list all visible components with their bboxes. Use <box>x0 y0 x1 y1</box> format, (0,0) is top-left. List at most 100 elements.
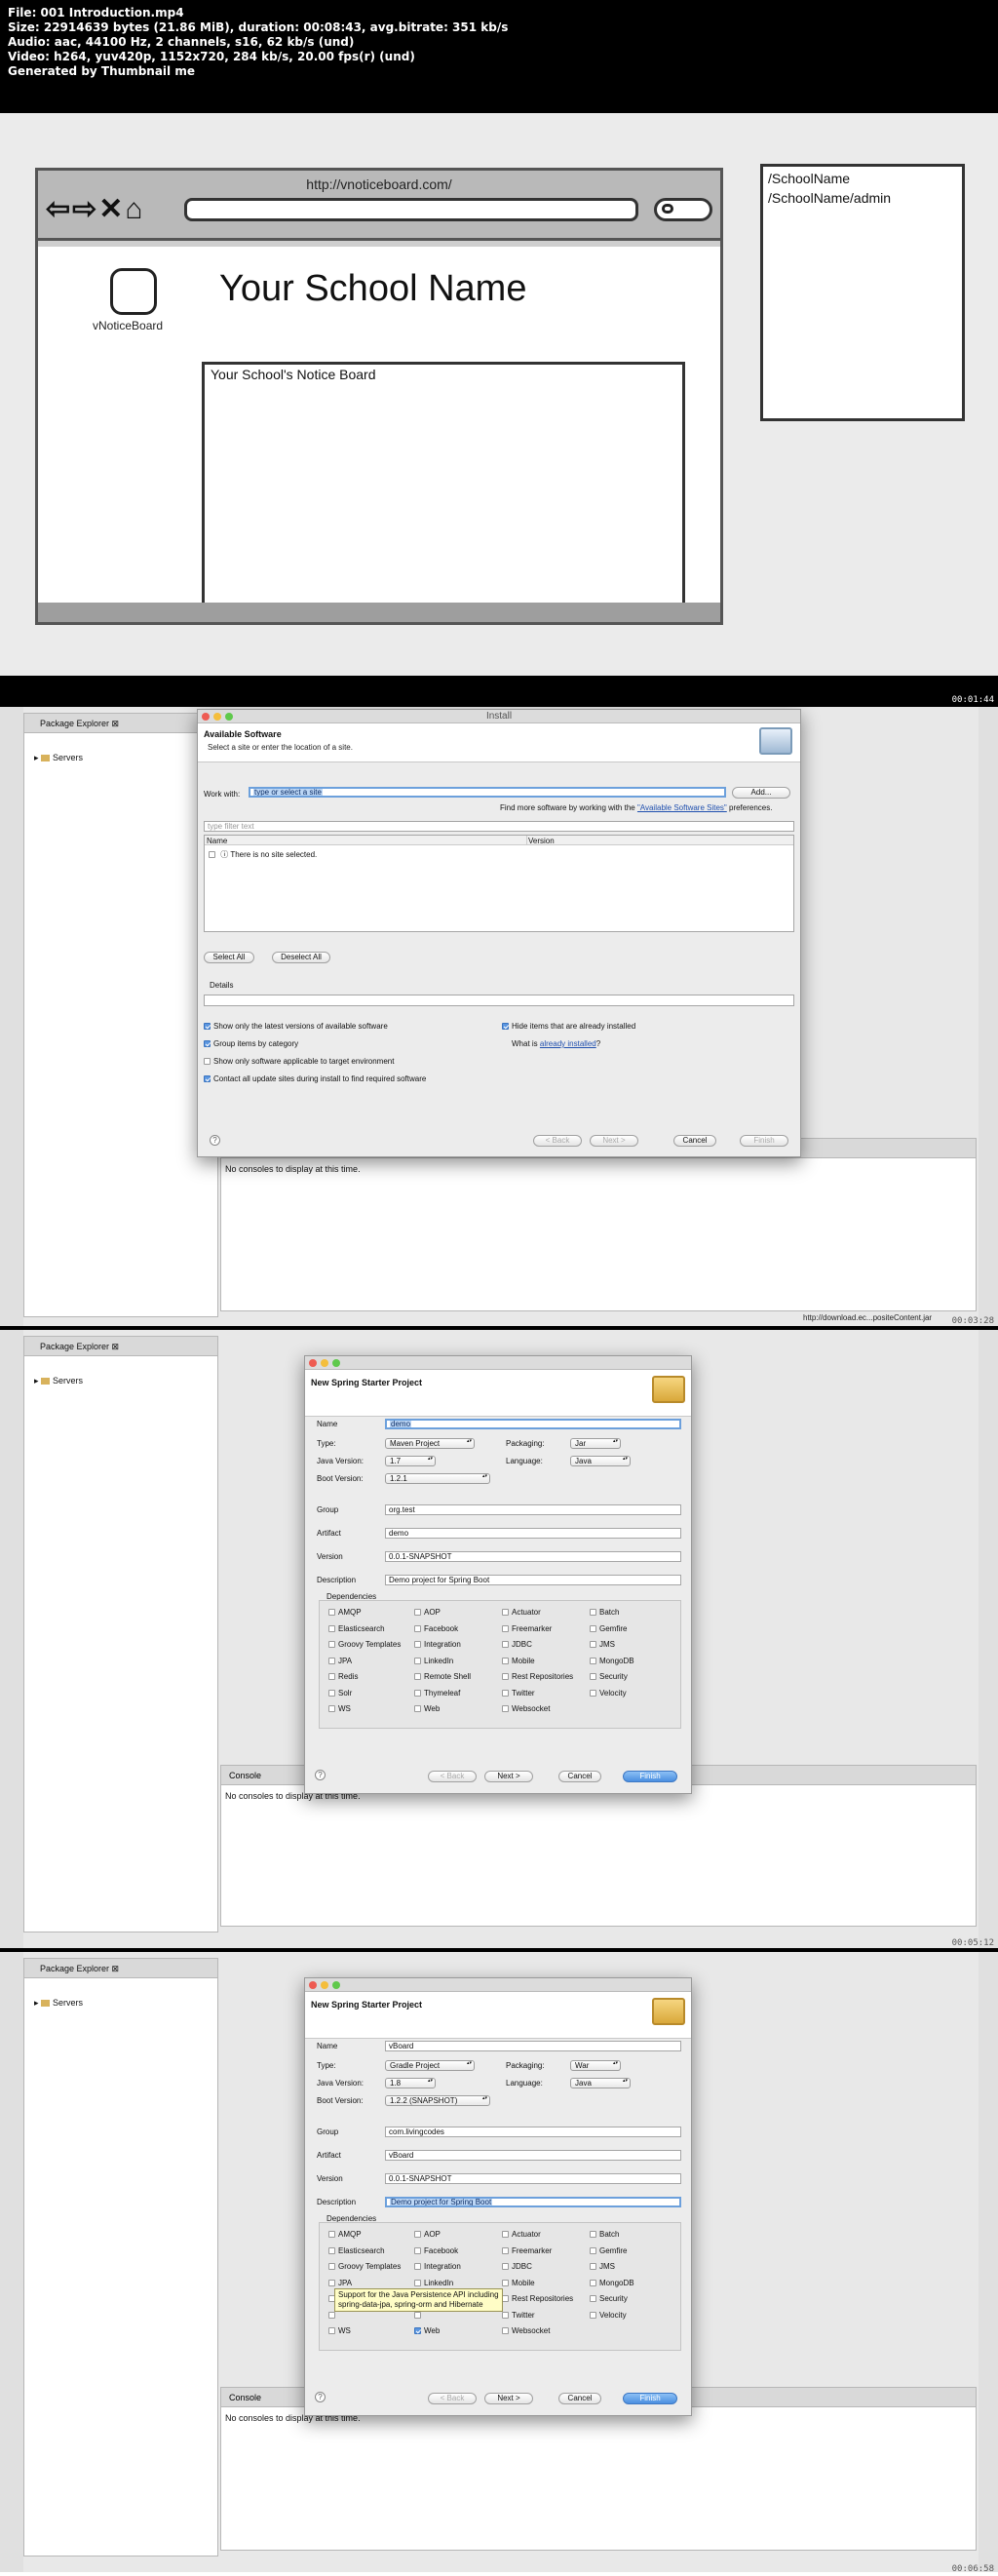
console-tab[interactable]: Console <box>229 2393 261 2402</box>
packaging-combo[interactable]: Jar <box>570 1438 621 1449</box>
option-latest[interactable]: Show only the latest versions of availab… <box>204 1022 388 1031</box>
dependency-checkbox[interactable]: LinkedIn <box>414 1657 453 1665</box>
dependency-checkbox[interactable]: Freemarker <box>502 1624 552 1633</box>
option-applicable[interactable]: Show only software applicable to target … <box>204 1057 394 1066</box>
boot-version-combo[interactable]: 1.2.1 <box>385 1473 490 1484</box>
type-combo[interactable]: Maven Project <box>385 1438 475 1449</box>
finish-button[interactable]: Finish <box>623 1771 677 1782</box>
close-window-button[interactable] <box>309 1359 317 1367</box>
dependency-checkbox[interactable]: Security <box>590 2294 628 2303</box>
next-button[interactable]: Next > <box>484 1771 533 1782</box>
help-icon[interactable]: ? <box>315 1770 326 1780</box>
close-window-button[interactable] <box>309 1981 317 1989</box>
dependency-checkbox[interactable]: Websocket <box>502 2326 550 2335</box>
dependency-checkbox[interactable]: MongoDB <box>590 2279 634 2287</box>
name-field[interactable]: vBoard <box>385 2041 681 2051</box>
already-installed-link[interactable]: already installed <box>540 1039 596 1048</box>
next-button[interactable]: Next > <box>590 1135 638 1147</box>
dependency-checkbox[interactable]: Web <box>414 1704 440 1713</box>
dependency-checkbox[interactable]: JPA <box>328 2279 352 2287</box>
cancel-button[interactable]: Cancel <box>673 1135 716 1147</box>
cancel-button[interactable]: Cancel <box>558 1771 601 1782</box>
version-field[interactable]: 0.0.1-SNAPSHOT <box>385 1551 681 1562</box>
dependency-checkbox[interactable]: Gemfire <box>590 2246 627 2255</box>
help-icon[interactable]: ? <box>315 2392 326 2402</box>
back-button[interactable]: < Back <box>428 2393 477 2404</box>
help-icon[interactable]: ? <box>210 1135 220 1146</box>
finish-button[interactable]: Finish <box>623 2393 677 2404</box>
dependency-checkbox[interactable]: Security <box>590 1672 628 1681</box>
zoom-window-button[interactable] <box>332 1981 340 1989</box>
dependency-checkbox[interactable]: Twitter <box>502 2311 535 2320</box>
zoom-window-button[interactable] <box>332 1359 340 1367</box>
dependency-checkbox[interactable]: Websocket <box>502 1704 550 1713</box>
artifact-field[interactable]: vBoard <box>385 2150 681 2161</box>
dependency-checkbox[interactable]: Batch <box>590 2230 619 2239</box>
boot-version-combo[interactable]: 1.2.2 (SNAPSHOT) <box>385 2095 490 2106</box>
description-field[interactable]: Demo project for Spring Boot <box>385 2197 681 2207</box>
work-with-combo[interactable]: type or select a site <box>249 787 726 798</box>
dependency-checkbox[interactable]: Velocity <box>590 2311 627 2320</box>
tree-item-servers[interactable]: ▸ Servers <box>34 1376 83 1386</box>
dependency-checkbox[interactable]: Remote Shell <box>414 1672 471 1681</box>
dependency-checkbox[interactable]: Velocity <box>590 1689 627 1698</box>
dependency-checkbox[interactable]: AMQP <box>328 2230 362 2239</box>
java-version-combo[interactable]: 1.7 <box>385 1456 436 1466</box>
dependency-checkbox[interactable]: Rest Repositories <box>502 1672 573 1681</box>
package-explorer-tab[interactable]: Package Explorer <box>40 1964 109 1973</box>
back-button[interactable]: < Back <box>428 1771 477 1782</box>
group-field[interactable]: com.livingcodes <box>385 2127 681 2137</box>
dependency-checkbox[interactable]: Integration <box>414 2262 461 2271</box>
deselect-all-button[interactable]: Deselect All <box>272 952 330 963</box>
col-version[interactable]: Version <box>528 837 555 845</box>
dependency-checkbox[interactable]: AOP <box>414 2230 441 2239</box>
option-group[interactable]: Group items by category <box>204 1039 298 1048</box>
dependency-checkbox[interactable]: Actuator <box>502 2230 541 2239</box>
dependency-checkbox[interactable]: Facebook <box>414 1624 458 1633</box>
dependency-checkbox[interactable]: Mobile <box>502 1657 535 1665</box>
dependency-checkbox[interactable]: WS <box>328 1704 351 1713</box>
dependency-checkbox[interactable]: AOP <box>414 1608 441 1617</box>
finish-button[interactable]: Finish <box>740 1135 788 1147</box>
dependency-checkbox[interactable]: Actuator <box>502 1608 541 1617</box>
version-field[interactable]: 0.0.1-SNAPSHOT <box>385 2173 681 2184</box>
console-tab[interactable]: Console <box>229 1771 261 1780</box>
packaging-combo[interactable]: War <box>570 2060 621 2071</box>
next-button[interactable]: Next > <box>484 2393 533 2404</box>
artifact-field[interactable]: demo <box>385 1528 681 1539</box>
dependency-checkbox[interactable]: Groovy Templates <box>328 2262 401 2271</box>
tree-item-servers[interactable]: ▸ Servers <box>34 753 83 763</box>
dependency-checkbox[interactable]: Web <box>414 2326 440 2335</box>
dependency-checkbox[interactable]: Facebook <box>414 2246 458 2255</box>
select-all-button[interactable]: Select All <box>204 952 254 963</box>
dependency-checkbox[interactable]: JMS <box>590 1640 615 1649</box>
col-name[interactable]: Name <box>207 837 227 845</box>
dependency-checkbox[interactable]: AMQP <box>328 1608 362 1617</box>
option-hide-installed[interactable]: Hide items that are already installed <box>502 1022 635 1031</box>
tree-item-servers[interactable]: ▸ Servers <box>34 1998 83 2009</box>
add-site-button[interactable]: Add... <box>732 787 790 799</box>
package-explorer-tab[interactable]: Package Explorer <box>40 1342 109 1351</box>
dependency-checkbox[interactable]: Rest Repositories <box>502 2294 573 2303</box>
zoom-window-button[interactable] <box>225 713 233 721</box>
description-field[interactable]: Demo project for Spring Boot <box>385 1575 681 1585</box>
cancel-button[interactable]: Cancel <box>558 2393 601 2404</box>
dependency-checkbox[interactable]: Mobile <box>502 2279 535 2287</box>
package-explorer-tab[interactable]: Package Explorer <box>40 719 109 728</box>
minimize-window-button[interactable] <box>321 1359 328 1367</box>
name-field[interactable]: demo <box>385 1419 681 1429</box>
dependency-checkbox[interactable]: Thymeleaf <box>414 1689 460 1698</box>
java-version-combo[interactable]: 1.8 <box>385 2078 436 2088</box>
type-combo[interactable]: Gradle Project <box>385 2060 475 2071</box>
back-button[interactable]: < Back <box>533 1135 582 1147</box>
dependency-checkbox[interactable]: JDBC <box>502 2262 532 2271</box>
dependency-checkbox[interactable]: Redis <box>328 1672 358 1681</box>
dependency-checkbox[interactable]: Twitter <box>502 1689 535 1698</box>
dependency-checkbox[interactable]: LinkedIn <box>414 2279 453 2287</box>
dependency-checkbox[interactable]: JPA <box>328 1657 352 1665</box>
dependency-checkbox[interactable]: Batch <box>590 1608 619 1617</box>
group-field[interactable]: org.test <box>385 1504 681 1515</box>
available-sites-link[interactable]: "Available Software Sites" <box>637 803 727 812</box>
dependency-checkbox[interactable]: Elasticsearch <box>328 2246 385 2255</box>
option-contact-sites[interactable]: Contact all update sites during install … <box>204 1074 426 1083</box>
